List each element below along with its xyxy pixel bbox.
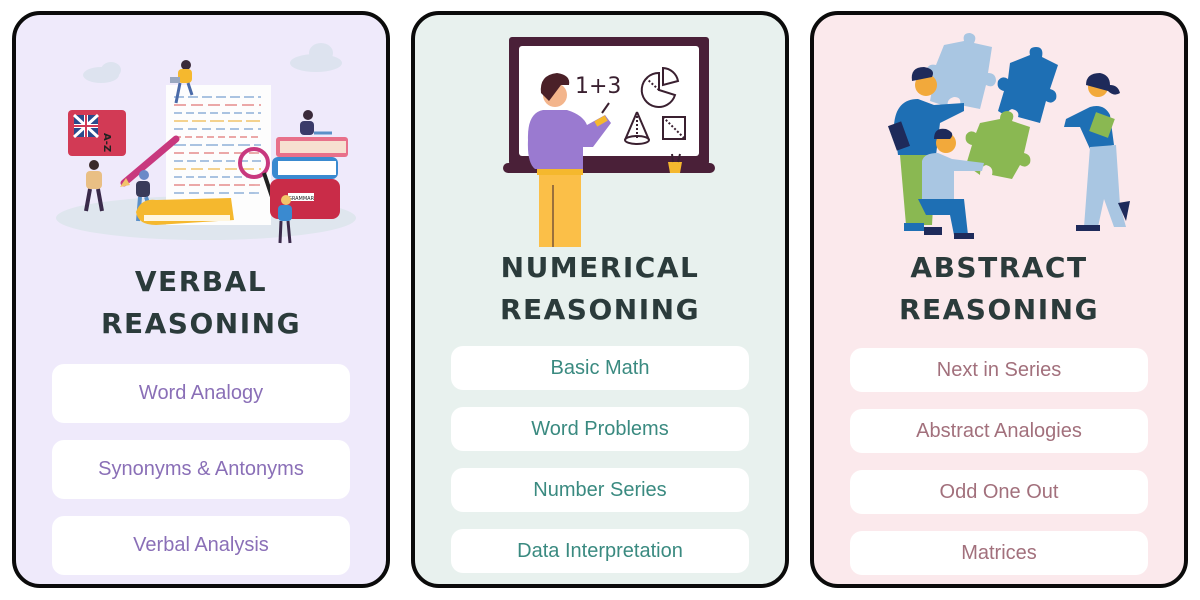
topic-item-next-in-series[interactable]: Next in Series xyxy=(850,348,1148,392)
card-title: ABSTRACT REASONING xyxy=(814,247,1184,331)
numerical-reasoning-illustration: 1+3 xyxy=(415,15,785,255)
puzzle-piece-icon xyxy=(926,33,996,109)
person-figure xyxy=(1064,73,1130,231)
topic-item-verbal-analysis[interactable]: Verbal Analysis xyxy=(52,516,350,575)
topic-item-word-analogy[interactable]: Word Analogy xyxy=(52,364,350,423)
title-line-1: ABSTRACT xyxy=(910,251,1088,284)
abstract-reasoning-card: ABSTRACT REASONING Next in Series Abstra… xyxy=(810,11,1188,588)
title-line-1: NUMERICAL xyxy=(500,251,700,284)
book-icon xyxy=(136,198,234,225)
cloud-icon xyxy=(83,43,342,83)
title-line-1: VERBAL xyxy=(134,265,268,298)
card-title: VERBAL REASONING xyxy=(16,261,386,345)
person-figure xyxy=(84,160,104,212)
svg-text:GRAMMAR: GRAMMAR xyxy=(288,196,315,202)
topic-list: Word Analogy Synonyms & Antonyms Verbal … xyxy=(52,364,350,584)
topic-item-word-problems[interactable]: Word Problems xyxy=(451,407,749,451)
topic-list: Next in Series Abstract Analogies Odd On… xyxy=(850,348,1148,584)
title-line-2: REASONING xyxy=(100,307,302,340)
topic-list: Basic Math Word Problems Number Series D… xyxy=(451,346,749,584)
topic-item-number-series[interactable]: Number Series xyxy=(451,468,749,512)
topic-item-basic-math[interactable]: Basic Math xyxy=(451,346,749,390)
topic-item-synonyms-antonyms[interactable]: Synonyms & Antonyms xyxy=(52,440,350,499)
title-line-2: REASONING xyxy=(898,293,1100,326)
topic-item-abstract-analogies[interactable]: Abstract Analogies xyxy=(850,409,1148,453)
verbal-reasoning-illustration: A-Z GRAMMAR xyxy=(16,15,386,255)
title-line-2: REASONING xyxy=(499,293,701,326)
topic-item-matrices[interactable]: Matrices xyxy=(850,531,1148,575)
card-title: NUMERICAL REASONING xyxy=(415,247,785,331)
abstract-reasoning-illustration xyxy=(814,15,1184,255)
person-figure xyxy=(300,110,332,135)
verbal-reasoning-card: A-Z GRAMMAR VERBAL REASONING Word Analog… xyxy=(12,11,390,588)
numerical-reasoning-card: 1+3 NUMERICAL REASONING Basic Math Word … xyxy=(411,11,789,588)
svg-text:A-Z: A-Z xyxy=(101,133,112,152)
topic-item-odd-one-out[interactable]: Odd One Out xyxy=(850,470,1148,514)
equation-text: 1+3 xyxy=(575,74,621,99)
dictionary-book-icon: A-Z xyxy=(68,110,126,156)
topic-item-data-interpretation[interactable]: Data Interpretation xyxy=(451,529,749,573)
